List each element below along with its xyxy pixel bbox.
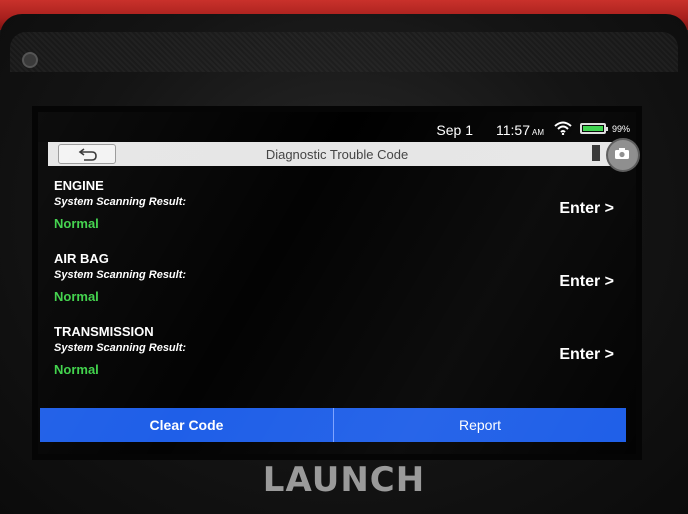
enter-button-transmission[interactable]: Enter > <box>559 346 614 364</box>
enter-button-air-bag[interactable]: Enter > <box>559 273 614 291</box>
screen: Sep 1 11:57 AM 99% Diagnostic Trouble Cod… <box>38 112 640 454</box>
system-name: AIR BAG <box>54 251 109 266</box>
bezel-texture <box>10 32 678 72</box>
enter-button-engine[interactable]: Enter > <box>559 200 614 218</box>
battery-fill <box>583 126 603 131</box>
system-status: Normal <box>54 216 99 231</box>
status-date: Sep 1 <box>436 122 473 138</box>
system-result-label: System Scanning Result: <box>54 196 187 208</box>
status-ampm: AM <box>532 128 544 137</box>
system-status: Normal <box>54 362 99 377</box>
system-name: TRANSMISSION <box>54 324 154 339</box>
status-bar: Sep 1 11:57 AM 99% <box>38 112 636 142</box>
bookmark-icon[interactable] <box>592 145 600 161</box>
page-title: Diagnostic Trouble Code <box>265 147 409 162</box>
camera-icon <box>615 148 629 159</box>
front-camera-icon <box>22 52 38 68</box>
system-result-label: System Scanning Result: <box>54 342 187 354</box>
battery-icon <box>580 123 608 134</box>
title-bar: Diagnostic Trouble Code <box>48 138 640 172</box>
system-row-air-bag[interactable]: AIR BAG System Scanning Result: Normal E… <box>54 251 614 315</box>
clear-code-button[interactable]: Clear Code <box>40 408 333 442</box>
status-time: 11:57 AM <box>496 122 544 138</box>
wifi-icon <box>554 121 572 135</box>
system-row-engine[interactable]: ENGINE System Scanning Result: Normal En… <box>54 178 614 242</box>
system-name: ENGINE <box>54 178 104 193</box>
brand-logo: LAUNCH <box>262 460 426 500</box>
system-status: Normal <box>54 289 99 304</box>
footer-toolbar: Clear Code Report <box>40 408 626 442</box>
system-result-label: System Scanning Result: <box>54 269 187 281</box>
battery-percent: 99% <box>611 124 630 134</box>
system-row-transmission[interactable]: TRANSMISSION System Scanning Result: Nor… <box>54 324 614 388</box>
screenshot-camera-button[interactable] <box>606 138 640 172</box>
report-button[interactable]: Report <box>333 408 626 442</box>
